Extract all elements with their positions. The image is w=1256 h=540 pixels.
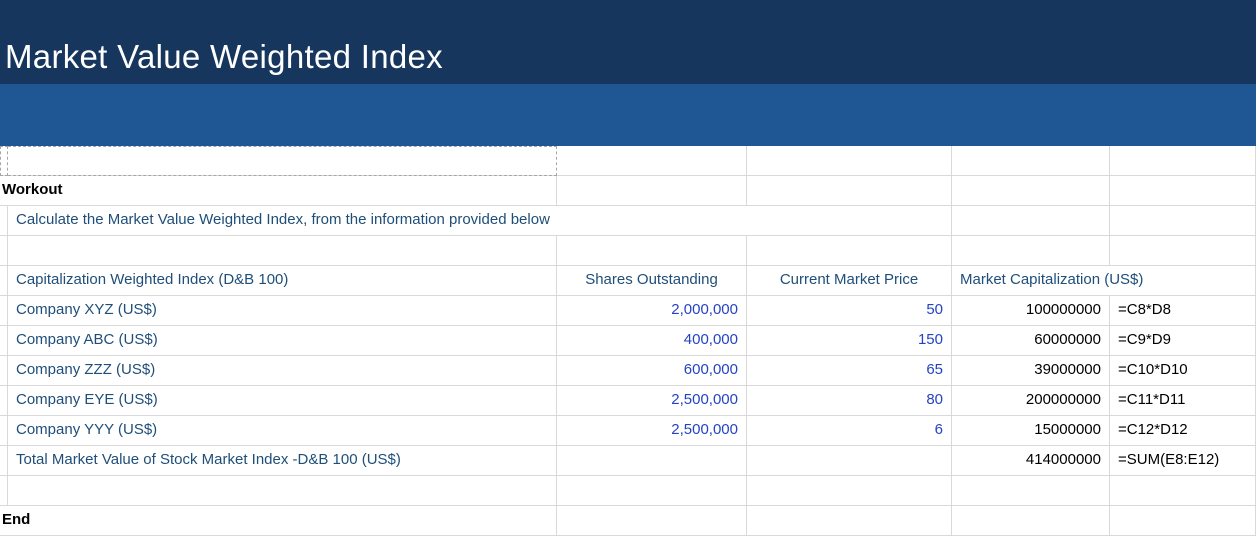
cell-empty[interactable] (0, 326, 8, 355)
banner-accent-bar (0, 84, 1256, 146)
cell-formula[interactable]: =C9*D9 (1110, 326, 1256, 355)
cell-empty[interactable] (557, 506, 747, 535)
cell-empty[interactable] (0, 296, 8, 325)
cell-end-label[interactable]: End (0, 506, 557, 535)
table-total-row: Total Market Value of Stock Market Index… (0, 446, 1256, 476)
cell-market-cap[interactable]: 39000000 (952, 356, 1110, 385)
cell-shares[interactable]: 2,000,000 (557, 296, 747, 325)
sheet-row-end: End (0, 506, 1256, 536)
cell-empty[interactable] (1110, 146, 1256, 175)
cell-empty[interactable] (8, 236, 557, 265)
cell-price[interactable]: 50 (747, 296, 952, 325)
cell-price[interactable]: 6 (747, 416, 952, 445)
cell-empty[interactable] (952, 206, 1110, 235)
cell-empty[interactable] (1110, 206, 1256, 235)
table-row: Company EYE (US$) 2,500,000 80 200000000… (0, 386, 1256, 416)
cell-total-formula[interactable]: =SUM(E8:E12) (1110, 446, 1256, 475)
cell-empty[interactable] (0, 446, 8, 475)
cell-total-label[interactable]: Total Market Value of Stock Market Index… (8, 446, 557, 475)
cell-empty[interactable] (557, 236, 747, 265)
cell-company-label[interactable]: Company XYZ (US$) (8, 296, 557, 325)
cell-empty[interactable] (1110, 236, 1256, 265)
cell-total-market-cap[interactable]: 414000000 (952, 446, 1110, 475)
table-row: Company YYY (US$) 2,500,000 6 15000000 =… (0, 416, 1256, 446)
cell-price[interactable]: 65 (747, 356, 952, 385)
cell-instruction[interactable]: Calculate the Market Value Weighted Inde… (8, 206, 952, 235)
page-title: Market Value Weighted Index (5, 38, 443, 75)
cell-empty[interactable] (1110, 476, 1256, 505)
cell-empty[interactable] (0, 476, 8, 505)
col-header-market-capitalization[interactable]: Market Capitalization (US$) (952, 266, 1256, 295)
title-banner: Market Value Weighted Index (0, 0, 1256, 84)
cell-empty[interactable] (0, 236, 8, 265)
cell-empty[interactable] (8, 476, 557, 505)
cell-formula[interactable]: =C8*D8 (1110, 296, 1256, 325)
cell-empty[interactable] (557, 446, 747, 475)
cell-shares[interactable]: 2,500,000 (557, 386, 747, 415)
cell-market-cap[interactable]: 15000000 (952, 416, 1110, 445)
cell-empty[interactable] (747, 446, 952, 475)
sheet-row-empty (0, 476, 1256, 506)
cell-empty[interactable] (952, 506, 1110, 535)
cell-market-cap[interactable]: 60000000 (952, 326, 1110, 355)
cell-empty[interactable] (557, 176, 747, 205)
sheet-row-empty (0, 236, 1256, 266)
cell-formula[interactable]: =C10*D10 (1110, 356, 1256, 385)
cell-empty[interactable] (0, 386, 8, 415)
cell-empty[interactable] (747, 506, 952, 535)
col-header-shares-outstanding[interactable]: Shares Outstanding (557, 266, 747, 295)
cell-empty[interactable] (952, 476, 1110, 505)
cell-market-cap[interactable]: 100000000 (952, 296, 1110, 325)
cell-shares[interactable]: 2,500,000 (557, 416, 747, 445)
cell-a1[interactable] (0, 146, 8, 176)
table-row: Company ZZZ (US$) 600,000 65 39000000 =C… (0, 356, 1256, 386)
cell-empty[interactable] (0, 356, 8, 385)
cell-formula[interactable]: =C11*D11 (1110, 386, 1256, 415)
sheet-row-marquee (0, 146, 1256, 176)
cell-empty[interactable] (1110, 176, 1256, 205)
cell-empty[interactable] (952, 236, 1110, 265)
cell-empty[interactable] (0, 206, 8, 235)
col-header-current-market-price[interactable]: Current Market Price (747, 266, 952, 295)
cell-company-label[interactable]: Company ABC (US$) (8, 326, 557, 355)
cell-company-label[interactable]: Company YYY (US$) (8, 416, 557, 445)
cell-empty[interactable] (747, 476, 952, 505)
cell-empty[interactable] (952, 146, 1110, 175)
cell-empty[interactable] (747, 236, 952, 265)
cell-b1[interactable] (8, 146, 557, 176)
table-row: Company ABC (US$) 400,000 150 60000000 =… (0, 326, 1256, 356)
cell-company-label[interactable]: Company ZZZ (US$) (8, 356, 557, 385)
cell-empty[interactable] (557, 146, 747, 175)
cell-price[interactable]: 150 (747, 326, 952, 355)
cell-formula[interactable]: =C12*D12 (1110, 416, 1256, 445)
cell-empty[interactable] (0, 416, 8, 445)
table-row: Company XYZ (US$) 2,000,000 50 100000000… (0, 296, 1256, 326)
cell-empty[interactable] (747, 176, 952, 205)
cell-empty[interactable] (952, 176, 1110, 205)
cell-empty[interactable] (557, 476, 747, 505)
cell-workout-label[interactable]: Workout (0, 176, 557, 205)
spreadsheet-grid: Workout Calculate the Market Value Weigh… (0, 146, 1256, 536)
cell-empty[interactable] (1110, 506, 1256, 535)
cell-market-cap[interactable]: 200000000 (952, 386, 1110, 415)
cell-shares[interactable]: 600,000 (557, 356, 747, 385)
cell-company-label[interactable]: Company EYE (US$) (8, 386, 557, 415)
cell-shares[interactable]: 400,000 (557, 326, 747, 355)
sheet-row-workout: Workout (0, 176, 1256, 206)
cell-empty[interactable] (0, 266, 8, 295)
sheet-row-headers: Capitalization Weighted Index (D&B 100) … (0, 266, 1256, 296)
sheet-row-instruction: Calculate the Market Value Weighted Inde… (0, 206, 1256, 236)
cell-empty[interactable] (747, 146, 952, 175)
cell-price[interactable]: 80 (747, 386, 952, 415)
col-header-index-name[interactable]: Capitalization Weighted Index (D&B 100) (8, 266, 557, 295)
